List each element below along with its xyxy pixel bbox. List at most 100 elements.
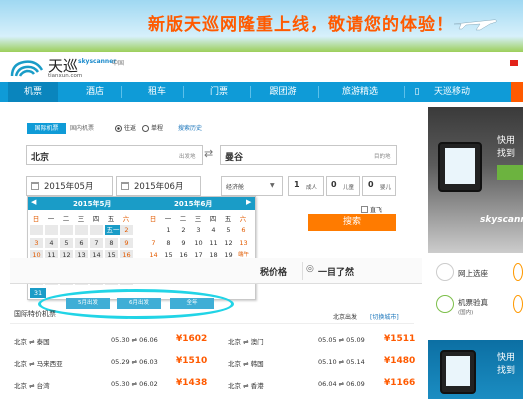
switch-city-link[interactable]: [切换城市]	[370, 312, 399, 321]
calendar-day[interactable]: 7	[147, 238, 160, 248]
nav-item-travel-picks[interactable]: 旅游精选	[330, 84, 390, 100]
calendar-icon	[121, 182, 129, 190]
calendar-icon	[31, 182, 39, 190]
calendar-header	[28, 197, 255, 210]
nav-item-mobile[interactable]: 天巡移动	[424, 84, 480, 100]
fare-dates: 05.29 ⇌ 06.03	[111, 358, 158, 366]
logo-brand: skyscanner	[78, 58, 117, 65]
next-month-icon[interactable]: ▶	[246, 198, 251, 206]
direct-flight-label: 直飞	[370, 207, 383, 214]
oneway-radio[interactable]	[142, 125, 149, 132]
ad2-line-1: 快用	[497, 353, 516, 363]
nav-item-hotels[interactable]: 酒店	[70, 84, 120, 100]
search-button[interactable]: 搜索	[308, 214, 396, 231]
ad-cta[interactable]	[497, 165, 523, 180]
calendar-day[interactable]: 31	[30, 287, 46, 298]
weekday-label: 三	[194, 215, 202, 223]
fare-route[interactable]: 北京 ⇌ 澳门	[228, 336, 264, 346]
adults-label: 成人	[306, 185, 318, 191]
weekday-label: 二	[179, 215, 187, 223]
roundtrip-radio[interactable]	[115, 125, 122, 132]
nav-item-car-rental[interactable]: 租车	[132, 84, 182, 100]
calendar-day[interactable]: 8	[105, 237, 118, 248]
ad2-line-2: 找到	[497, 366, 516, 376]
seat-icon	[436, 263, 454, 281]
divider	[10, 323, 414, 324]
calendar-day[interactable]: 3	[30, 237, 43, 248]
ticket-check-icon	[436, 295, 454, 313]
tab-overview[interactable]: 一目了然	[318, 265, 354, 278]
fare-route[interactable]: 北京 ⇌ 韩国	[228, 358, 264, 368]
calendar-day[interactable]: 9	[120, 237, 133, 248]
weekday-label: 一	[164, 215, 172, 223]
fare-route[interactable]: 北京 ⇌ 泰国	[14, 336, 50, 346]
infants-label: 婴儿	[380, 185, 392, 191]
infants-value: 0	[368, 180, 374, 189]
nav-item-group-tours[interactable]: 跟团游	[258, 84, 308, 100]
nav-divider	[404, 86, 405, 98]
calendar-day[interactable]: 5	[60, 237, 73, 248]
calendar-day[interactable]: 11	[207, 238, 220, 248]
skyscanner-logo-icon[interactable]	[8, 56, 48, 78]
calendar-day[interactable]: 3	[192, 225, 205, 235]
side-icon-partial	[513, 263, 523, 281]
fare-price[interactable]: ¥1510	[176, 356, 207, 366]
tab-international[interactable]: 国际机票	[27, 123, 66, 134]
calendar-day[interactable]: 7	[90, 237, 103, 248]
return-date-value: 2015年06月	[134, 182, 184, 192]
origin-input[interactable]	[26, 145, 203, 165]
calendar-empty-cell	[60, 225, 73, 235]
nav-item-tickets[interactable]: 门票	[194, 84, 244, 100]
calendar-day[interactable]: 4	[207, 225, 220, 235]
swap-icon[interactable]: ⇄	[204, 147, 213, 160]
fare-price[interactable]: ¥1511	[384, 334, 415, 344]
direct-flight-checkbox[interactable]	[361, 206, 368, 213]
calendar-day[interactable]: 12	[222, 238, 235, 248]
calendar-day[interactable]: 6	[75, 237, 88, 248]
weekday-label: 五	[224, 215, 232, 223]
nav-edge-accent	[511, 82, 523, 102]
destination-input[interactable]	[220, 145, 397, 165]
calendar-day[interactable]: 8	[162, 238, 175, 248]
nav-item-flights[interactable]: 机票	[8, 84, 58, 100]
destination-value: 曼谷	[225, 153, 244, 163]
china-flag-icon[interactable]	[510, 60, 518, 66]
ad-line-2: 找到	[497, 149, 516, 159]
weekday-label: 四	[209, 215, 217, 223]
phone-screen	[446, 356, 470, 386]
fare-price[interactable]: ¥1166	[384, 378, 415, 388]
calendar-day[interactable]: 6	[237, 225, 250, 235]
ticket-verify-link[interactable]: 机票验真	[458, 297, 488, 308]
calendar-day[interactable]: 4	[45, 237, 58, 248]
roundtrip-label: 往返	[124, 125, 137, 132]
ad-brand: skyscanner	[480, 215, 523, 225]
fare-price[interactable]: ¥1480	[384, 356, 415, 366]
calendar-day[interactable]: 9	[177, 238, 190, 248]
calendar-day[interactable]: 1	[162, 225, 175, 235]
banner-text: 新版天巡网隆重上线，敬请您的体验！	[148, 15, 454, 35]
fare-dates: 06.04 ⇌ 06.09	[318, 380, 365, 388]
fare-route[interactable]: 北京 ⇌ 台湾	[14, 380, 50, 390]
fare-route[interactable]: 北京 ⇌ 马来西亚	[14, 358, 63, 368]
prev-month-icon[interactable]: ◀	[31, 198, 36, 206]
tab-price[interactable]: 税价格	[260, 265, 287, 278]
fare-price[interactable]: ¥1438	[176, 378, 207, 388]
logo-brand-cn: 中国	[112, 60, 125, 67]
seat-selection-link[interactable]: 网上选座	[458, 268, 488, 279]
calendar-day[interactable]: 10	[192, 238, 205, 248]
calendar-day[interactable]: 5	[222, 225, 235, 235]
tab-domestic[interactable]: 国内机票	[70, 123, 94, 134]
fare-route[interactable]: 北京 ⇌ 香港	[228, 380, 264, 390]
weekday-label: 四	[92, 215, 100, 223]
phone-screen	[445, 148, 475, 184]
search-history-link[interactable]: 搜索历史	[178, 123, 202, 134]
side-icon-partial	[513, 295, 523, 313]
calendar-title-may: 2015年5月	[73, 200, 112, 208]
fare-price[interactable]: ¥1602	[176, 334, 207, 344]
calendar-empty-cell	[90, 225, 103, 235]
calendar-day[interactable]: 五一	[105, 225, 121, 235]
calendar-day[interactable]: 13	[237, 238, 250, 248]
calendar-day[interactable]: 2	[120, 225, 133, 235]
calendar-title-june: 2015年6月	[174, 200, 213, 208]
calendar-day[interactable]: 2	[177, 225, 190, 235]
